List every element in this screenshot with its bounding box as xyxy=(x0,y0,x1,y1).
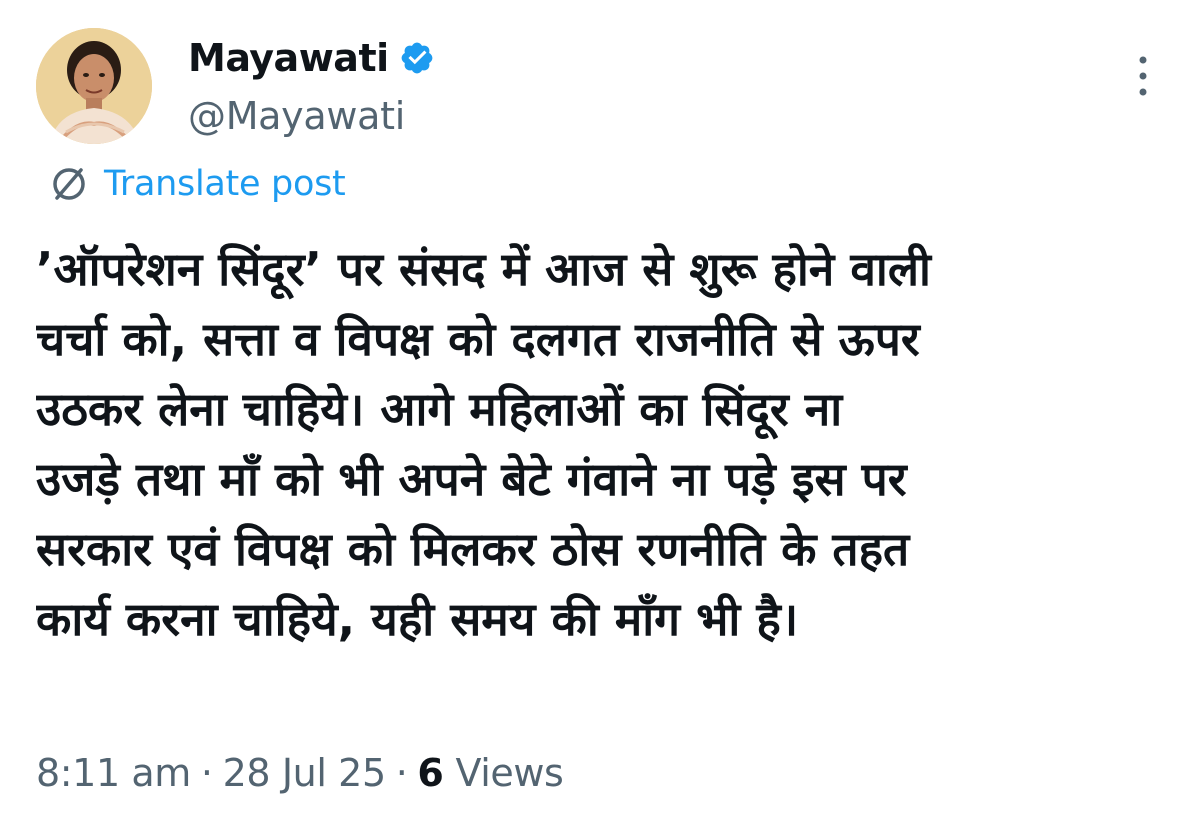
verified-badge-icon[interactable] xyxy=(399,40,435,76)
post-text-line: उठकर लेना चाहिये। आगे महिलाओं का सिंदूर … xyxy=(36,382,843,436)
author-handle[interactable]: @Mayawati xyxy=(188,94,435,138)
views-count[interactable]: 6 xyxy=(417,751,443,795)
post-time[interactable]: 8:11 am xyxy=(36,751,191,795)
post-text-line: सरकार एवं विपक्ष को मिलकर ठोस रणनीति के … xyxy=(36,522,910,576)
translate-globe-icon xyxy=(48,163,90,205)
post-date[interactable]: 28 Jul 25 xyxy=(223,751,387,795)
post-header: Mayawati @Mayawati xyxy=(36,28,1164,148)
meta-separator: · xyxy=(395,751,408,795)
display-name[interactable]: Mayawati xyxy=(188,36,389,80)
more-options-icon[interactable] xyxy=(1136,54,1150,98)
post-text-line: ’ऑपरेशन सिंदूर’ पर संसद में आज से शुरू ह… xyxy=(36,242,931,296)
author-info: Mayawati @Mayawati xyxy=(188,34,435,138)
translate-post-label[interactable]: Translate post xyxy=(104,164,346,204)
post-text-line: चर्चा को, सत्ता व विपक्ष को दलगत राजनीति… xyxy=(36,312,920,366)
post-meta: 8:11 am · 28 Jul 25 · 6 Views xyxy=(36,746,564,800)
post-text: ’ऑपरेशन सिंदूर’ पर संसद में आज से शुरू ह… xyxy=(36,234,1166,654)
translate-post-link[interactable]: Translate post xyxy=(48,160,346,208)
avatar[interactable] xyxy=(36,28,152,144)
display-name-row: Mayawati xyxy=(188,34,435,82)
meta-separator: · xyxy=(200,751,213,795)
avatar-image xyxy=(36,28,152,144)
post-text-line: उजड़े तथा माँ को भी अपने बेटे गंवाने ना … xyxy=(36,452,907,506)
views-label: Views xyxy=(455,751,564,795)
post-text-line: कार्य करना चाहिये, यही समय की माँग भी है… xyxy=(36,592,799,646)
